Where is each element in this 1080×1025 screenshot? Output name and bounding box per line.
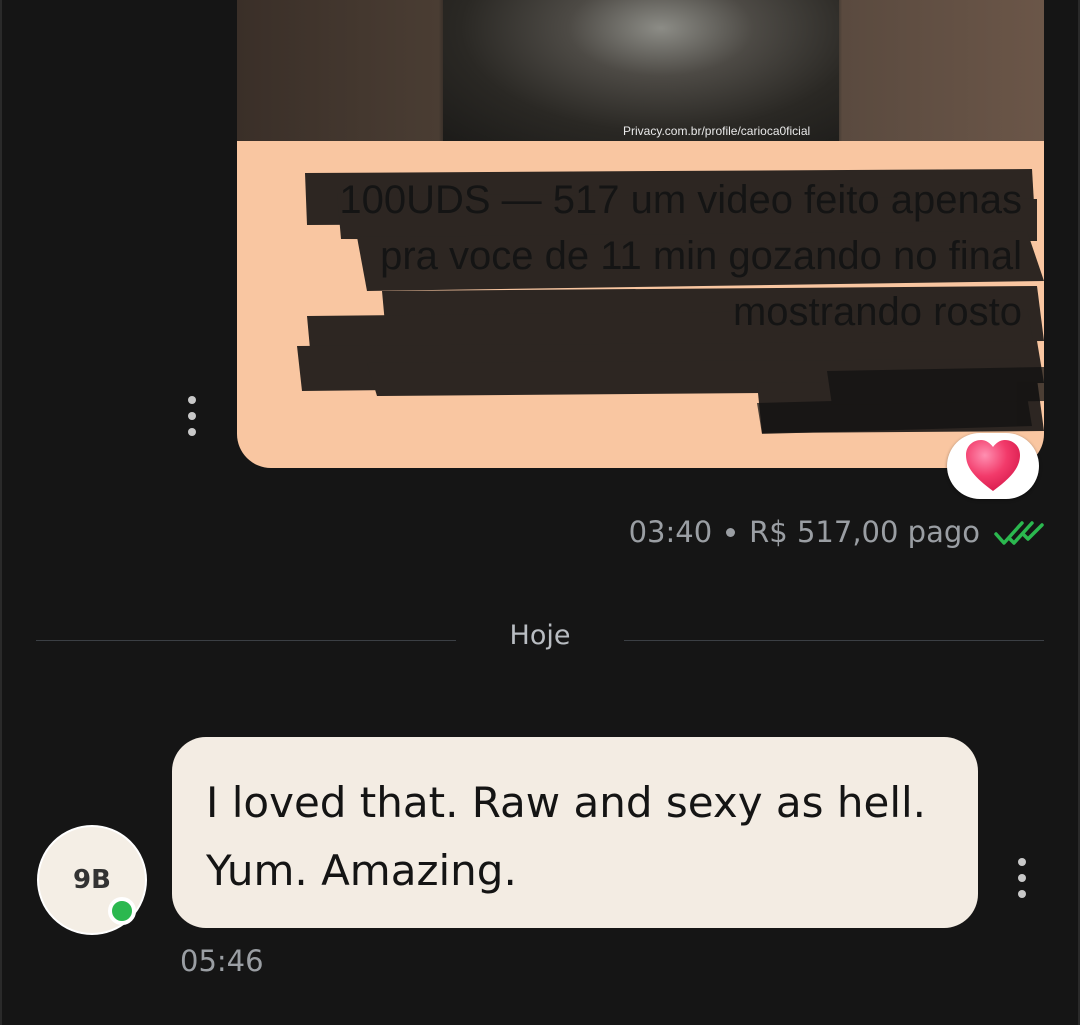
media-message-bubble[interactable]: Privacy.com.br/profile/carioca0ficial 10…	[237, 0, 1044, 468]
heart-icon	[966, 440, 1020, 491]
media-message-meta: 03:40 R$ 517,00 pago	[629, 512, 1044, 552]
left-border	[0, 0, 2, 1025]
separator-dot	[726, 527, 736, 537]
double-check-icon	[994, 521, 1044, 545]
online-status-indicator	[108, 897, 136, 925]
incoming-message-options-icon[interactable]	[1016, 858, 1028, 898]
divider-line-left	[36, 640, 456, 641]
date-divider-label: Hoje	[509, 620, 571, 651]
payment-status: R$ 517,00 pago	[749, 515, 980, 549]
divider-line-right	[624, 640, 1044, 641]
media-watermark: Privacy.com.br/profile/carioca0ficial	[623, 124, 811, 138]
media-thumbnail[interactable]: Privacy.com.br/profile/carioca0ficial	[237, 0, 1044, 141]
media-message-options-icon[interactable]	[186, 396, 198, 436]
heart-reaction[interactable]	[947, 433, 1039, 499]
media-message-time: 03:40	[628, 515, 713, 549]
incoming-message-time: 05:46	[180, 944, 264, 978]
media-caption: 100UDS — 517 um video feito apenas pra v…	[339, 178, 1022, 334]
media-preview-image	[443, 0, 839, 141]
incoming-message-bubble[interactable]: I loved that. Raw and sexy as hell. Yum.…	[172, 737, 978, 928]
